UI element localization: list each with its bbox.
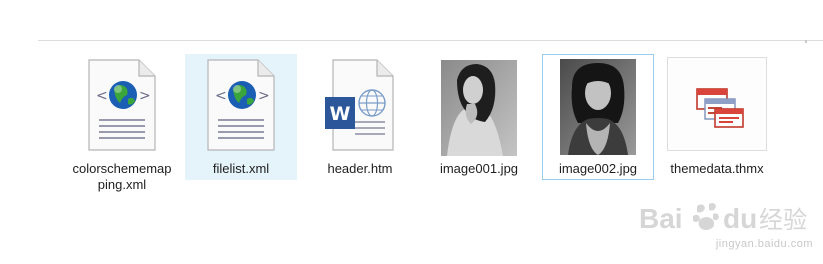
file-item-image001[interactable]: image001.jpg bbox=[423, 54, 535, 180]
xml-globe-document-icon: < > bbox=[207, 59, 275, 151]
svg-text:<: < bbox=[96, 88, 108, 104]
file-item-filelist[interactable]: < > filelist.xml bbox=[185, 54, 297, 180]
file-name: themedata.thmx bbox=[670, 161, 764, 176]
word-html-document-icon: W bbox=[325, 59, 394, 151]
file-name: filelist.xml bbox=[212, 161, 270, 176]
file-name: colorschememapping.xml bbox=[72, 161, 172, 192]
svg-text:<: < bbox=[215, 88, 227, 104]
svg-text:W: W bbox=[330, 103, 351, 125]
theme-document-icon bbox=[667, 57, 767, 151]
svg-text:du: du bbox=[723, 203, 757, 234]
photo-thumbnail-icon bbox=[441, 60, 517, 156]
xml-globe-document-icon: < > bbox=[88, 59, 156, 151]
file-name: image001.jpg bbox=[439, 161, 519, 176]
file-item-image002[interactable]: image002.jpg bbox=[542, 54, 654, 180]
svg-text:>: > bbox=[139, 88, 151, 104]
svg-text:>: > bbox=[258, 88, 270, 104]
file-item-themedata[interactable]: themedata.thmx bbox=[661, 54, 773, 180]
svg-text:经验: 经验 bbox=[759, 206, 807, 234]
file-item-header[interactable]: W header.htm bbox=[304, 54, 416, 180]
file-item-colorschememapping[interactable]: < > colorschememapping.xml bbox=[66, 54, 178, 192]
watermark-url: jingyan.baidu.com bbox=[715, 238, 813, 250]
file-name: header.htm bbox=[327, 161, 393, 176]
photo-thumbnail-icon bbox=[560, 59, 636, 155]
svg-text:Bai: Bai bbox=[639, 203, 683, 234]
file-name: image002.jpg bbox=[558, 161, 638, 176]
